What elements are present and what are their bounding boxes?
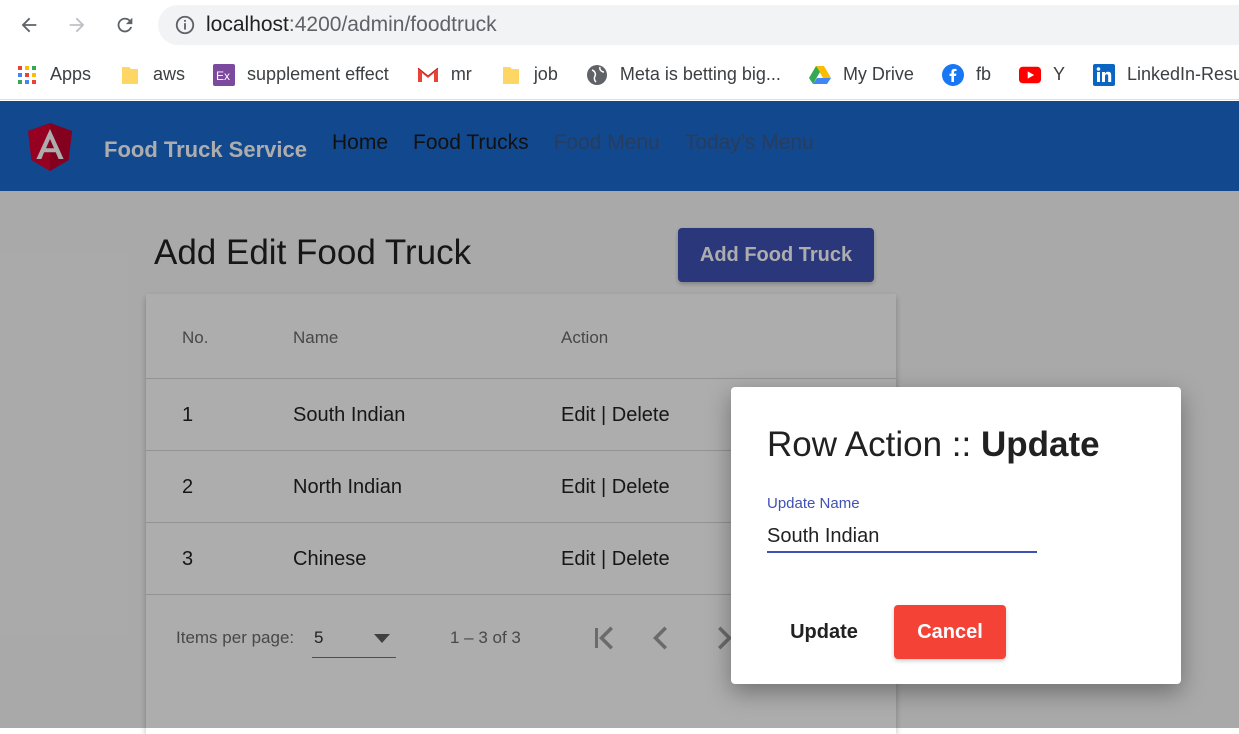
bookmark-linkedin[interactable]: LinkedIn-Resum bbox=[1077, 60, 1239, 90]
browser-toolbar: localhost:4200/admin/foodtruck bbox=[0, 0, 1239, 50]
bookmark-label: Meta is betting big... bbox=[619, 64, 781, 84]
folder-icon bbox=[500, 64, 522, 86]
ex-icon: Ex bbox=[213, 63, 236, 86]
dialog-title-prefix: Row Action :: bbox=[767, 425, 981, 464]
info-icon[interactable] bbox=[174, 14, 196, 36]
bookmark-y[interactable]: Y bbox=[1003, 60, 1077, 90]
bookmark-label: fb bbox=[975, 64, 991, 84]
update-name-label: Update Name bbox=[767, 495, 860, 512]
bookmark-label: My Drive bbox=[842, 64, 914, 84]
bookmark-label: LinkedIn-Resum bbox=[1126, 64, 1239, 84]
bookmark-label: supplement effect bbox=[247, 64, 389, 84]
bookmark-meta[interactable]: Meta is betting big... bbox=[570, 60, 793, 90]
back-button[interactable] bbox=[12, 8, 46, 42]
reload-button[interactable] bbox=[108, 8, 142, 42]
bookmark-mr[interactable]: mr bbox=[401, 60, 484, 90]
bookmark-aws[interactable]: aws bbox=[103, 60, 197, 90]
reload-icon bbox=[117, 17, 133, 33]
url-text: localhost:4200/admin/foodtruck bbox=[206, 13, 497, 37]
update-button[interactable]: Update bbox=[773, 605, 875, 659]
address-bar[interactable]: localhost:4200/admin/foodtruck bbox=[158, 5, 1239, 45]
bookmark-apps[interactable]: Apps bbox=[0, 60, 103, 90]
gmail-icon bbox=[417, 64, 439, 86]
folder-icon bbox=[119, 64, 141, 86]
facebook-icon bbox=[941, 63, 964, 86]
linkedin-icon bbox=[1092, 63, 1115, 86]
dialog-title-action: Update bbox=[980, 425, 1100, 464]
bookmark-label: mr bbox=[450, 64, 472, 84]
back-arrow-icon bbox=[21, 17, 37, 33]
bookmarks-bar: Apps aws Ex supplement effect mr job Met… bbox=[0, 50, 1239, 100]
bookmark-fb[interactable]: fb bbox=[926, 60, 1003, 90]
dialog-title: Row Action :: Update bbox=[767, 425, 1100, 465]
row-action-dialog: Row Action :: Update Update Name Update … bbox=[731, 387, 1181, 684]
url-path: :4200/admin/foodtruck bbox=[288, 13, 497, 36]
bookmark-label: aws bbox=[153, 64, 186, 84]
update-name-input[interactable] bbox=[767, 521, 1037, 553]
bookmark-supplement-effect[interactable]: Ex supplement effect bbox=[197, 60, 401, 90]
svg-text:Ex: Ex bbox=[216, 69, 230, 83]
google-drive-icon bbox=[808, 64, 831, 86]
forward-button[interactable] bbox=[60, 8, 94, 42]
bookmark-label: Apps bbox=[50, 64, 92, 84]
url-host: localhost bbox=[206, 13, 289, 36]
bookmark-job[interactable]: job bbox=[484, 60, 570, 90]
app-root: Food Truck Service Home Food Trucks Food… bbox=[0, 101, 1239, 734]
cancel-button[interactable]: Cancel bbox=[894, 605, 1006, 659]
forward-arrow-icon bbox=[69, 17, 85, 33]
youtube-icon bbox=[1018, 64, 1041, 86]
bookmark-label: job bbox=[533, 64, 558, 84]
bookmark-label: Y bbox=[1052, 64, 1065, 84]
bookmark-my-drive[interactable]: My Drive bbox=[793, 60, 926, 90]
apps-grid-icon bbox=[16, 64, 38, 86]
globe-icon bbox=[586, 64, 608, 86]
